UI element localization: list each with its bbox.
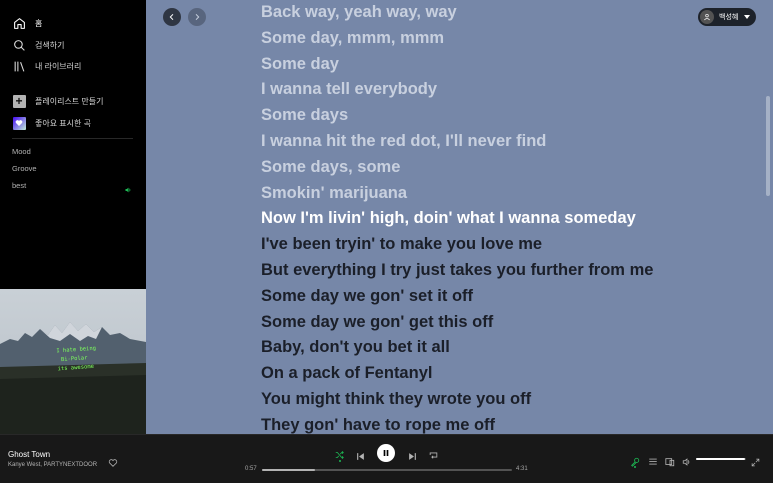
heart-icon xyxy=(12,116,26,130)
nav-library-label: 내 라이브러리 xyxy=(35,61,82,71)
liked-songs-label: 좋아요 표시한 곡 xyxy=(35,118,91,128)
progress-bar[interactable] xyxy=(262,469,512,471)
pause-button[interactable] xyxy=(377,444,395,462)
progress-fill xyxy=(262,469,315,471)
caret-down-icon xyxy=(744,15,751,19)
lyrics-active-indicator xyxy=(634,466,636,468)
shuffle-button[interactable] xyxy=(334,447,345,465)
lyric-line[interactable]: You might think they wrote you off xyxy=(261,389,531,409)
sidebar-divider xyxy=(12,138,133,139)
lyric-line[interactable]: Some day we gon' set it off xyxy=(261,286,473,306)
repeat-button[interactable] xyxy=(428,447,439,465)
chevron-right-icon xyxy=(193,8,201,26)
search-icon xyxy=(12,38,26,52)
track-title[interactable]: Ghost Town xyxy=(8,450,50,459)
skip-forward-icon xyxy=(408,448,417,466)
nav-home-label: 홈 xyxy=(35,18,43,28)
create-playlist-button[interactable]: + 플레이리스트 만들기 xyxy=(12,92,103,110)
microphone-icon xyxy=(630,454,640,472)
playlist-item-groove[interactable]: Groove xyxy=(12,164,37,173)
lyric-line[interactable]: Some day xyxy=(261,54,339,74)
lyrics-view[interactable]: 백성혜 Back way, yeah way, way Some day, mmm… xyxy=(146,0,773,434)
next-button[interactable] xyxy=(408,448,417,466)
fullscreen-button[interactable] xyxy=(751,454,760,472)
lyric-line[interactable]: I've been tryin' to make you love me xyxy=(261,234,542,254)
pause-icon xyxy=(382,444,390,462)
shuffle-icon xyxy=(334,447,345,465)
lyric-line[interactable]: On a pack of Fentanyl xyxy=(261,363,432,383)
previous-button[interactable] xyxy=(356,448,365,466)
skip-back-icon xyxy=(356,448,365,466)
repeat-icon xyxy=(428,447,439,465)
lyric-line[interactable]: Some days, some xyxy=(261,157,400,177)
forward-button[interactable] xyxy=(188,8,206,26)
lyric-line[interactable]: They gon' have to rope me off xyxy=(261,415,495,434)
lyric-line[interactable]: Some day we gon' get this off xyxy=(261,312,493,332)
lyric-line[interactable]: Back way, yeah way, way xyxy=(261,2,457,22)
elapsed-time: 0:57 xyxy=(245,466,257,472)
playlist-item-mood[interactable]: Mood xyxy=(12,147,31,156)
playlist-item-best[interactable]: best xyxy=(12,181,26,190)
nav-search-label: 검색하기 xyxy=(35,40,65,50)
duration-time: 4:31 xyxy=(516,466,528,472)
lyric-line[interactable]: I wanna tell everybody xyxy=(261,79,437,99)
devices-button[interactable] xyxy=(665,454,675,472)
scrollbar[interactable] xyxy=(766,96,770,196)
back-button[interactable] xyxy=(163,8,181,26)
lyric-line[interactable]: Some day, mmm, mmm xyxy=(261,28,444,48)
album-cover[interactable]: I hate being Bi-Polar its awesome xyxy=(0,289,146,434)
volume-icon xyxy=(682,454,692,472)
lyric-line-current[interactable]: Now I'm livin' high, doin' what I wanna … xyxy=(261,208,636,228)
lyric-line[interactable]: Some days xyxy=(261,105,348,125)
create-playlist-label: 플레이리스트 만들기 xyxy=(35,96,104,106)
user-menu-button[interactable]: 백성혜 xyxy=(698,8,756,26)
lyric-line[interactable]: Smokin' marijuana xyxy=(261,183,407,203)
liked-songs-button[interactable]: 좋아요 표시한 곡 xyxy=(12,114,91,132)
lyric-line[interactable]: Baby, don't you bet it all xyxy=(261,337,450,357)
player-bar: Ghost Town Kanye West, PARTYNEXTDOOR 0:5… xyxy=(0,434,773,483)
mute-button[interactable] xyxy=(682,454,692,472)
plus-icon: + xyxy=(12,94,26,108)
lyrics-button[interactable] xyxy=(630,454,640,472)
expand-icon xyxy=(751,454,760,472)
lyric-line[interactable]: But everything I try just takes you furt… xyxy=(261,260,653,280)
user-icon xyxy=(700,10,714,24)
handwritten-text: I hate being Bi-Polar its awesome xyxy=(56,345,98,375)
shuffle-active-indicator xyxy=(339,460,341,462)
home-icon xyxy=(12,16,26,30)
user-name: 백성혜 xyxy=(719,14,739,21)
nav-search[interactable]: 검색하기 xyxy=(12,36,64,54)
queue-icon xyxy=(648,454,658,472)
library-icon xyxy=(12,59,26,73)
nav-home[interactable]: 홈 xyxy=(12,14,42,32)
lyric-line[interactable]: I wanna hit the red dot, I'll never find xyxy=(261,131,546,151)
track-artist[interactable]: Kanye West, PARTYNEXTDOOR xyxy=(8,462,97,468)
volume-slider[interactable] xyxy=(696,458,746,460)
now-playing-speaker-icon xyxy=(124,181,133,199)
like-heart-icon[interactable] xyxy=(108,455,118,473)
queue-button[interactable] xyxy=(648,454,658,472)
device-icon xyxy=(665,454,675,472)
volume-fill xyxy=(696,458,745,460)
nav-library[interactable]: 내 라이브러리 xyxy=(12,57,81,75)
chevron-left-icon xyxy=(168,8,176,26)
